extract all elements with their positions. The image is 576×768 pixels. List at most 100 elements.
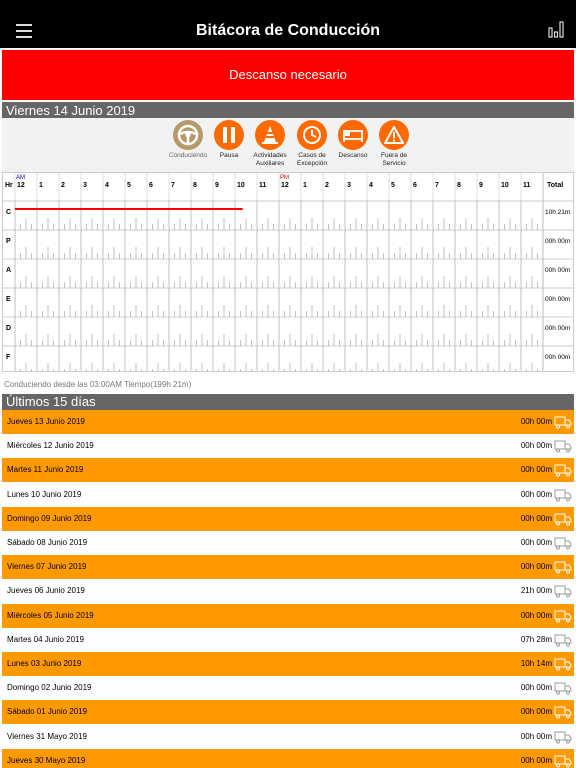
hour-label: 4 [105, 182, 109, 189]
hour-label: 6 [149, 182, 153, 189]
row-code: C [6, 209, 11, 216]
daily-log-grid: Hr AM PM 12 1 2 3 4 5 6 7 8 9 10 11 12 1 2 3 4 5 6 7 8 9 10 11 Tota… [2, 172, 574, 372]
history-day-name: Miércoles 05 Junio 2019 [7, 610, 94, 620]
hour-label: 6 [413, 182, 417, 189]
hour-label: 1 [39, 182, 43, 189]
history-header: Últimos 15 días [2, 394, 574, 410]
history-row[interactable]: Sábado 01 Junio 2019 00h 00m [2, 700, 574, 725]
hour-label: 9 [215, 182, 219, 189]
status-label: Fuera de Servicio [380, 152, 408, 167]
row-total: 00h 00m [545, 238, 570, 245]
today-header: Viernes 14 Junio 2019 [2, 102, 574, 119]
row-code: A [6, 267, 11, 274]
history-day-name: Viernes 07 Junio 2019 [7, 562, 87, 572]
hour-label: 12 [281, 182, 289, 189]
history-day-hours: 00h 00m [520, 755, 552, 765]
row-total: 00h 00m [545, 296, 570, 303]
truck-icon [554, 755, 572, 768]
history-day-name: Martes 11 Junio 2019 [7, 465, 84, 475]
history-day-name: Lunes 10 Junio 2019 [7, 489, 82, 499]
history-day-hours: 00h 00m [520, 731, 552, 741]
hour-label: 9 [479, 182, 483, 189]
row-total: 10h 21m [545, 209, 570, 216]
hour-label: 11 [523, 182, 531, 189]
hour-label: 1 [303, 182, 307, 189]
history-day-hours: 00h 00m [520, 707, 552, 717]
history-day-name: Jueves 06 Junio 2019 [7, 586, 85, 596]
row-total: 00h 00m [545, 354, 570, 361]
history-day-name: Domingo 02 Junio 2019 [7, 683, 92, 693]
row-code: E [6, 296, 11, 303]
hour-label: 2 [325, 182, 329, 189]
history-day-name: Jueves 13 Junio 2019 [7, 417, 85, 426]
history-day-hours: 00h 00m [520, 610, 552, 620]
truck-icon [554, 416, 572, 429]
hour-label: 2 [61, 182, 65, 189]
row-code: F [6, 354, 11, 361]
total-label: Total [547, 182, 563, 189]
history-day-name: Viernes 31 Mayo 2019 [7, 731, 87, 741]
bar-chart-icon[interactable] [548, 20, 564, 38]
hour-label: 5 [391, 182, 395, 189]
history-row[interactable]: Jueves 06 Junio 2019 21h 00m [2, 579, 574, 604]
history-day-hours: 21h 00m [520, 586, 552, 596]
history-row[interactable]: Viernes 07 Junio 2019 00h 00m [2, 555, 574, 580]
steering-wheel-icon [173, 120, 203, 150]
history-row[interactable]: Sábado 08 Junio 2019 00h 00m [2, 531, 574, 555]
hour-label: 10 [237, 182, 245, 189]
truck-icon [554, 440, 572, 453]
truck-icon [554, 682, 572, 695]
history-row[interactable]: Lunes 03 Junio 2019 10h 14m [2, 652, 574, 676]
history-row[interactable]: Viernes 31 Mayo 2019 00h 00m [2, 724, 574, 749]
history-row[interactable]: Martes 11 Junio 2019 00h 00m [2, 458, 574, 483]
truck-icon [554, 513, 572, 526]
history-row[interactable]: Domingo 09 Junio 2019 00h 00m [2, 506, 574, 531]
hour-label: 8 [193, 182, 197, 189]
hour-label: 4 [369, 182, 373, 189]
hour-label: 10 [501, 182, 509, 189]
bed-icon [338, 120, 368, 150]
history-row[interactable]: Martes 04 Junio 2019 07h 28m [2, 627, 574, 652]
history-row[interactable]: Jueves 30 Mayo 2019 00h 00m [2, 748, 574, 768]
page-title: Bitácora de Conducción [195, 22, 381, 39]
history-day-hours: 10h 14m [520, 659, 552, 668]
row-code: D [6, 325, 11, 332]
truck-icon [554, 561, 572, 574]
history-day-hours: 00h 00m [520, 538, 552, 547]
history-row[interactable]: Miércoles 12 Junio 2019 00h 00m [2, 434, 574, 459]
status-off-duty[interactable]: Fuera de Servicio [369, 120, 419, 167]
row-code: P [6, 238, 11, 245]
history-row[interactable]: Lunes 10 Junio 2019 00h 00m [2, 482, 574, 507]
top-bar: Bitácora de Conducción [0, 0, 576, 48]
history-day-name: Lunes 03 Junio 2019 [7, 659, 82, 668]
pause-icon [214, 120, 244, 150]
truck-icon [554, 464, 572, 477]
status-selector: Conduciendo Pausa Actividades Auxiliares… [2, 118, 574, 172]
hour-label: 12 [17, 182, 25, 189]
history-day-name: Sábado 08 Junio 2019 [7, 538, 88, 547]
history-row[interactable]: Domingo 02 Junio 2019 00h 00m [2, 676, 574, 701]
row-total: 00h 00m [545, 267, 570, 274]
truck-icon [554, 585, 572, 598]
history-day-hours: 00h 00m [520, 513, 552, 523]
history-day-hours: 00h 00m [520, 489, 552, 499]
history-day-name: Jueves 30 Mayo 2019 [7, 755, 86, 765]
history-row[interactable]: Miércoles 05 Junio 2019 00h 00m [2, 603, 574, 628]
hour-label: 8 [457, 182, 461, 189]
truck-icon [554, 610, 572, 623]
truck-icon [554, 706, 572, 719]
hr-label: Hr [5, 182, 13, 189]
truck-icon [554, 658, 572, 671]
driving-since-note: Conduciendo desde las 03:00AM Tiempo(199… [4, 380, 192, 389]
history-row[interactable]: Jueves 13 Junio 2019 00h 00m [2, 410, 574, 434]
history-day-name: Miércoles 12 Junio 2019 [7, 441, 94, 451]
hour-label: 7 [435, 182, 439, 189]
hour-label: 3 [347, 182, 351, 189]
history-day-hours: 00h 00m [520, 562, 552, 572]
history-day-hours: 00h 00m [520, 465, 552, 475]
hour-label: 11 [259, 182, 267, 189]
rest-required-banner[interactable]: Descanso necesario [2, 50, 574, 100]
truck-icon [554, 634, 572, 647]
truck-icon [554, 537, 572, 550]
history-day-hours: 00h 00m [520, 417, 552, 426]
